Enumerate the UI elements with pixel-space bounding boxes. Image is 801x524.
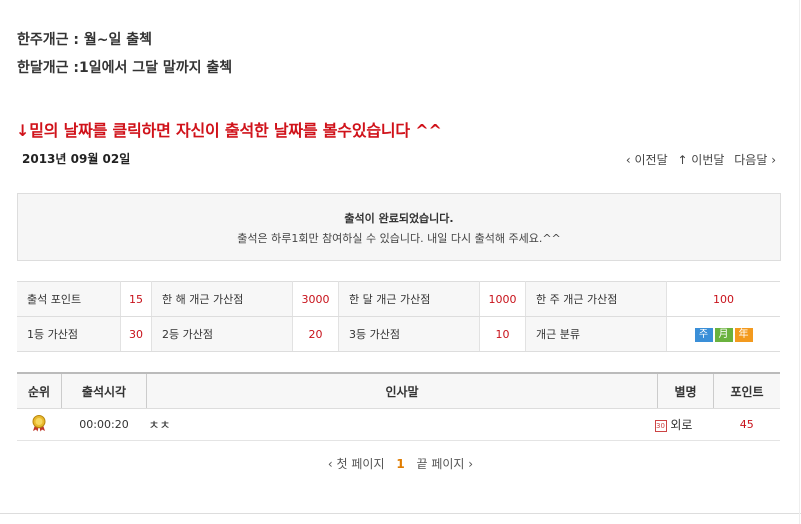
rank-cell (17, 408, 62, 441)
current-page[interactable]: 1 (396, 457, 404, 471)
prev-month-link[interactable]: ‹ 이전달 (626, 153, 668, 167)
attendance-complete-text: 출석이 완료되었습니다. (344, 212, 454, 225)
level-icon: 30 (654, 419, 667, 432)
points-value: 20 (292, 316, 339, 352)
list-header: 순위 출석시각 인사말 별명 포인트 (17, 372, 780, 409)
yearly-badge[interactable]: 年 (734, 327, 753, 342)
points-label: 한 주 개근 가산점 (525, 281, 667, 317)
points-label: 1등 가산점 (17, 316, 121, 352)
calendar-notice: ↓밑의 날짜를 클릭하면 자신이 출석한 날짜를 볼수있습니다 ^^ (16, 121, 442, 140)
greeting-cell: ㅊㅊ (146, 408, 658, 441)
points-label: 한 해 개근 가산점 (151, 281, 293, 317)
points-label: 출석 포인트 (17, 281, 121, 317)
month-nav: ‹ 이전달 ↑ 이번달 다음달 › (620, 151, 776, 168)
divider (799, 0, 800, 524)
header-point: 포인트 (713, 372, 780, 409)
header-time: 출석시각 (61, 372, 147, 409)
points-label: 한 달 개근 가산점 (338, 281, 480, 317)
points-value: 3000 (292, 281, 339, 317)
points-value: 30 (120, 316, 152, 352)
weekly-badge[interactable]: 주 (694, 327, 713, 342)
rule-weekly: 한주개근 : 월~일 출첵 (17, 32, 152, 48)
points-label: 3등 가산점 (338, 316, 480, 352)
nick-cell[interactable]: 30 외로 (654, 408, 714, 441)
nickname[interactable]: 외로 (670, 418, 692, 432)
points-row: 1등 가산점 30 2등 가산점 20 3등 가산점 10 개근 분류 주月年 (17, 316, 780, 352)
first-page-link[interactable]: ‹ 첫 페이지 (328, 457, 385, 471)
header-nick: 별명 (657, 372, 714, 409)
points-value: 1000 (479, 281, 526, 317)
rule-monthly: 한달개근 :1일에서 그달 말까지 출첵 (17, 60, 233, 76)
pagination: ‹ 첫 페이지 1 끝 페이지 › (0, 455, 801, 472)
points-value: 15 (120, 281, 152, 317)
attendance-info-text: 출석은 하루1회만 참여하실 수 있습니다. 내일 다시 출석해 주세요.^^ (237, 232, 561, 245)
divider (0, 513, 801, 514)
this-month-link[interactable]: ↑ 이번달 (677, 153, 724, 167)
monthly-badge[interactable]: 月 (714, 327, 733, 342)
points-value: 100 (666, 281, 780, 317)
header-rank: 순위 (17, 372, 62, 409)
points-value: 10 (479, 316, 526, 352)
points-row: 출석 포인트 15 한 해 개근 가산점 3000 한 달 개근 가산점 100… (17, 281, 780, 317)
points-table: 출석 포인트 15 한 해 개근 가산점 3000 한 달 개근 가산점 100… (17, 281, 780, 352)
next-month-link[interactable]: 다음달 › (734, 153, 776, 167)
time-cell: 00:00:20 (61, 408, 147, 441)
medal-icon (32, 415, 46, 432)
points-label: 2등 가산점 (151, 316, 293, 352)
attendance-kind-badges: 주月年 (666, 316, 780, 352)
last-page-link[interactable]: 끝 페이지 › (417, 457, 474, 471)
points-label: 개근 분류 (525, 316, 667, 352)
attendance-list: 순위 출석시각 인사말 별명 포인트 00:00:20 ㅊㅊ 30 외로 45 (17, 372, 780, 441)
attendance-message-box: 출석이 완료되었습니다. 출석은 하루1회만 참여하실 수 있습니다. 내일 다… (17, 193, 781, 261)
header-greeting: 인사말 (146, 372, 658, 409)
table-row: 00:00:20 ㅊㅊ 30 외로 45 (17, 408, 780, 441)
point-cell: 45 (713, 408, 780, 441)
current-date: 2013년 09월 02일 (22, 152, 131, 166)
